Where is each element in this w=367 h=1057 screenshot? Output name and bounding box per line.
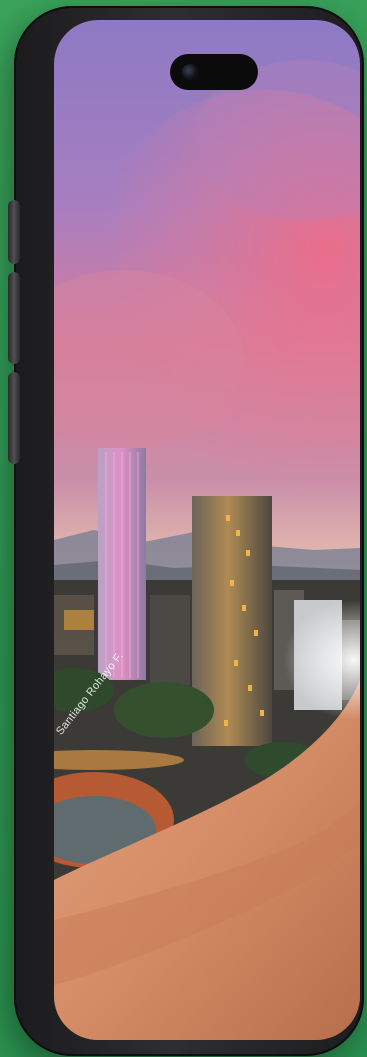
- camera-icon: [182, 64, 198, 80]
- volume-down-button: [8, 372, 20, 464]
- city-skyline-photo: [54, 20, 360, 1040]
- hero-illustration: Santiago Rohayo F.: [0, 0, 367, 1057]
- action-button: [8, 200, 20, 264]
- phone-screen: Santiago Rohayo F.: [54, 20, 360, 1040]
- volume-up-button: [8, 272, 20, 364]
- dynamic-island: [170, 54, 258, 90]
